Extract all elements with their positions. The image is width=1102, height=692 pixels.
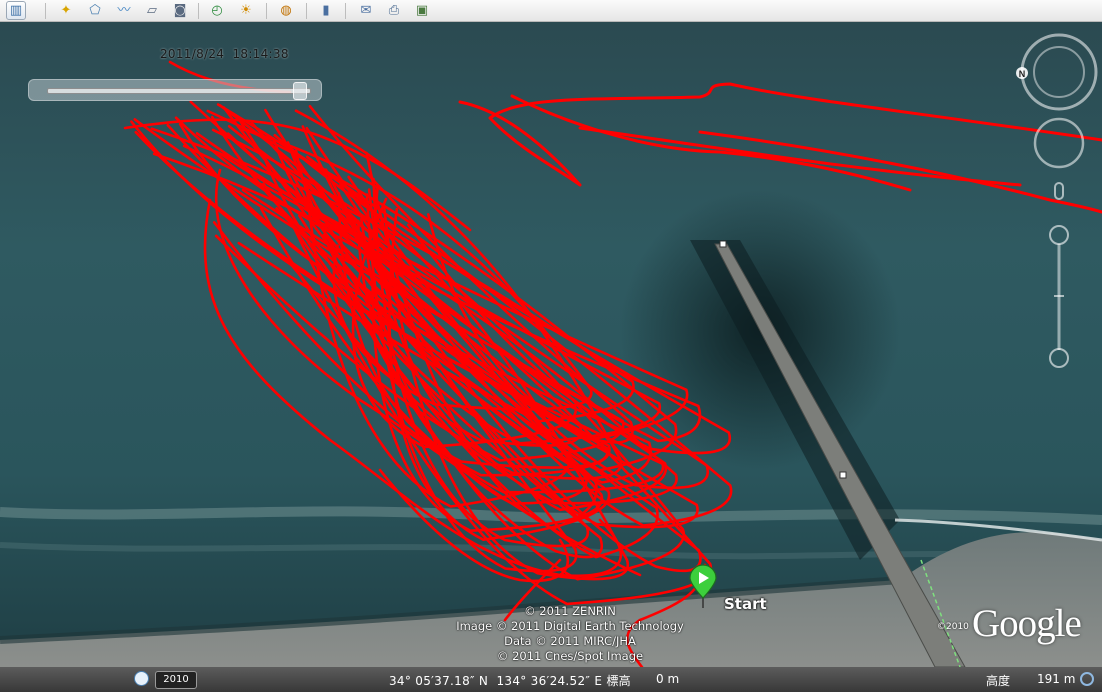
eye-altitude-label: 高度	[986, 674, 1011, 688]
imagery-copyright: © 2011 ZENRIN Image © 2011 Digital Earth…	[420, 604, 720, 664]
time-slider-handle[interactable]	[292, 82, 307, 100]
clock-icon: ◴	[211, 3, 223, 18]
path-icon: 〰	[117, 3, 131, 18]
toolbar-separator	[306, 3, 307, 19]
toolbar-separator	[45, 3, 46, 19]
map-view[interactable]	[0, 22, 1102, 667]
historical-imagery-clock-icon[interactable]	[134, 671, 149, 686]
time-slider[interactable]	[28, 79, 322, 101]
toolbar-separator	[198, 3, 199, 19]
sidebar-toggle-button[interactable]: ▥	[6, 1, 26, 20]
sidebar-icon: ▥	[9, 3, 23, 18]
print-button[interactable]: ⎙	[384, 1, 404, 20]
ruler-button[interactable]: ▮	[316, 1, 336, 20]
satellite-imagery	[0, 22, 1102, 667]
toolbar-separator	[345, 3, 346, 19]
latitude: 34° 05′37.18″ N	[389, 674, 489, 688]
add-placemark-button[interactable]: ✦	[56, 1, 76, 20]
eye-altitude-value: 191 m	[1037, 672, 1076, 686]
elevation-label: 標高	[606, 674, 631, 688]
email-button[interactable]: ✉	[356, 1, 376, 20]
copyright-line: © 2011 Cnes/Spot Image	[496, 649, 644, 663]
image-overlay-icon: ▱	[147, 3, 157, 18]
save-image-button[interactable]: ▣	[412, 1, 432, 20]
toolbar-separator	[266, 3, 267, 19]
add-path-button[interactable]: 〰	[114, 1, 134, 20]
camera-icon: ◙	[173, 3, 187, 18]
logo-year: ©2010	[937, 622, 969, 632]
status-bar: 2010 34° 05′37.18″ N 134° 36′24.52″ E 標高…	[0, 667, 1102, 692]
sun-icon: ☀	[240, 3, 252, 18]
sunlight-button[interactable]: ☀	[236, 1, 256, 20]
historical-imagery-button[interactable]: ◴	[207, 1, 227, 20]
ruler-icon: ▮	[322, 3, 330, 18]
toolbar: ▥ ✦ ⬠ 〰 ▱ ◙ ◴ ☀ ◍ ▮ ✉ ⎙ ▣	[0, 0, 1102, 22]
time-slider-datetime: 2011/8/24 18:14:38	[160, 47, 289, 61]
record-tour-button[interactable]: ◙	[170, 1, 190, 20]
switch-planet-button[interactable]: ◍	[276, 1, 296, 20]
copyright-line: Data © 2011 MIRC/JHA	[504, 634, 636, 648]
add-image-overlay-button[interactable]: ▱	[142, 1, 162, 20]
elevation-value: 0 m	[656, 672, 680, 686]
time-slider-track[interactable]	[47, 88, 311, 94]
longitude: 134° 36′24.52″ E	[496, 674, 603, 688]
streaming-indicator-icon	[1080, 672, 1094, 686]
email-icon: ✉	[360, 3, 372, 18]
add-polygon-button[interactable]: ⬠	[85, 1, 105, 20]
pointer-coordinates: 34° 05′37.18″ N 134° 36′24.52″ E 標高	[389, 672, 631, 689]
imagery-date[interactable]: 2010	[155, 671, 197, 689]
picture-icon: ▣	[415, 3, 429, 18]
print-icon: ⎙	[388, 3, 400, 18]
copyright-line: © 2011 ZENRIN	[524, 604, 616, 618]
polygon-icon: ⬠	[89, 3, 101, 18]
google-logo: Google	[972, 602, 1082, 645]
placemark-star-icon: ✦	[60, 3, 72, 18]
start-label[interactable]: Start	[724, 595, 767, 613]
copyright-line: Image © 2011 Digital Earth Technology	[456, 619, 684, 633]
planet-icon: ◍	[280, 3, 292, 18]
